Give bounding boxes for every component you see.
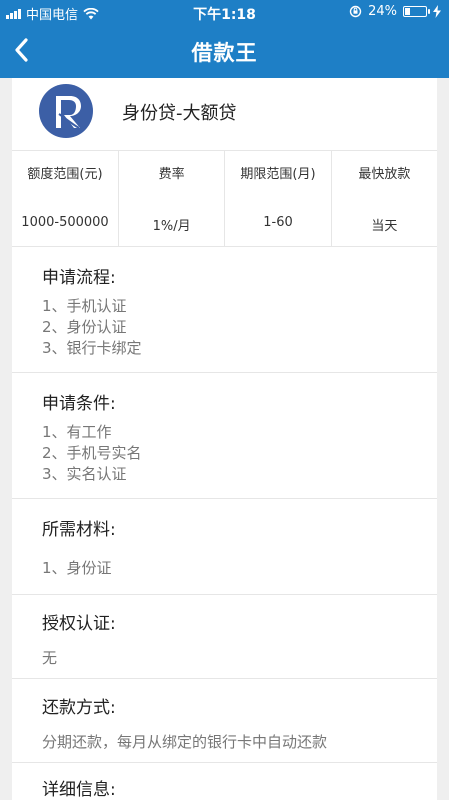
logo-r-icon <box>56 96 81 129</box>
section-body: 分期还款，每月从绑定的银行卡中自动还款 <box>42 732 437 753</box>
section-required-materials: 所需材料: 1、身份证 <box>12 499 437 595</box>
product-stats: 额度范围(元) 1000-500000 费率 1%/月 期限范围(月) 1-60… <box>12 151 437 247</box>
list-item: 1、有工作 <box>42 423 112 441</box>
stat-amount-range: 额度范围(元) 1000-500000 <box>12 151 119 246</box>
stat-term-range: 期限范围(月) 1-60 <box>225 151 332 246</box>
product-header: 身份贷-大额贷 <box>12 78 437 151</box>
section-body: 1、身份证 <box>42 558 437 579</box>
charging-icon <box>433 5 441 18</box>
nav-bar: 借款王 <box>0 24 449 78</box>
section-body: 无 <box>42 648 437 669</box>
list-item: 无 <box>42 649 58 667</box>
stat-value: 当天 <box>371 219 398 234</box>
product-card: 身份贷-大额贷 额度范围(元) 1000-500000 费率 1%/月 期限范围… <box>12 78 437 800</box>
list-item: 3、实名认证 <box>42 465 127 483</box>
stat-label: 额度范围(元) <box>27 167 103 182</box>
section-title: 详细信息: <box>42 780 116 800</box>
section-body: 1、有工作 2、手机号实名 3、实名认证 <box>42 422 437 485</box>
battery-icon <box>403 6 430 17</box>
list-item: 2、手机号实名 <box>42 444 142 462</box>
section-title: 还款方式: <box>42 698 116 718</box>
section-title: 申请条件: <box>42 394 116 414</box>
section-title: 授权认证: <box>42 614 116 634</box>
stat-rate: 费率 1%/月 <box>119 151 226 246</box>
list-item: 2、身份认证 <box>42 318 127 336</box>
stat-label: 费率 <box>158 167 185 182</box>
product-name: 身份贷-大额贷 <box>122 103 237 124</box>
stat-value: 1%/月 <box>152 219 191 234</box>
section-apply-flow: 申请流程: 1、手机认证 2、身份认证 3、银行卡绑定 <box>12 247 437 373</box>
section-title: 所需材料: <box>42 520 116 540</box>
stat-value: 1000-500000 <box>21 215 109 230</box>
section-body: 1、手机认证 2、身份认证 3、银行卡绑定 <box>42 296 437 359</box>
section-apply-conditions: 申请条件: 1、有工作 2、手机号实名 3、实名认证 <box>12 373 437 499</box>
section-authorization: 授权认证: 无 <box>12 595 437 679</box>
list-item: 1、身份证 <box>42 559 112 577</box>
section-detail-info: 详细信息: <box>12 763 437 800</box>
section-title: 申请流程: <box>42 268 116 288</box>
orientation-lock-icon <box>349 5 362 18</box>
stat-value: 1-60 <box>263 215 293 230</box>
list-item: 3、银行卡绑定 <box>42 339 142 357</box>
stat-label: 最快放款 <box>358 167 411 182</box>
status-bar: 中国电信 下午1:18 24% <box>0 0 449 24</box>
stat-label: 期限范围(月) <box>240 167 316 182</box>
section-repayment-method: 还款方式: 分期还款，每月从绑定的银行卡中自动还款 <box>12 679 437 763</box>
status-right: 24% <box>349 4 441 19</box>
battery-percent: 24% <box>368 4 397 19</box>
stat-fastest-payout: 最快放款 当天 <box>332 151 437 246</box>
product-logo <box>39 84 93 138</box>
list-item: 1、手机认证 <box>42 297 127 315</box>
list-item: 分期还款，每月从绑定的银行卡中自动还款 <box>42 733 328 751</box>
page-title: 借款王 <box>191 41 258 65</box>
